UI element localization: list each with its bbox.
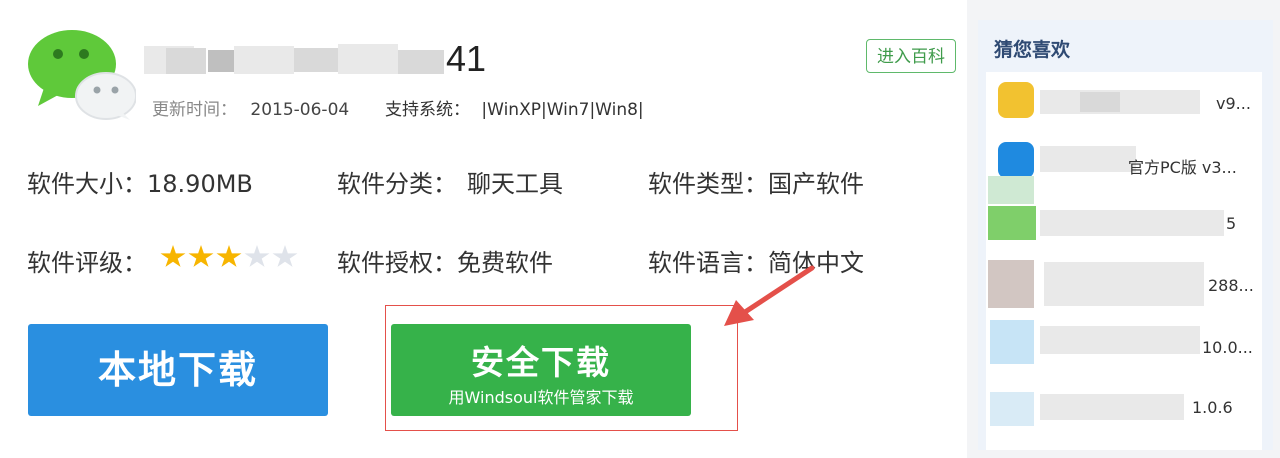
rating-label: 软件评级： [27, 249, 147, 277]
recommend-title: 猜您喜欢 [994, 39, 1071, 61]
rating-stars [160, 245, 298, 269]
safe-download-sublabel: 用Windsoul软件管家下载 [448, 388, 634, 407]
title-version: 41 [446, 38, 487, 79]
category-value: 聊天工具 [467, 170, 563, 198]
update-time-value: 2015-06-04 [250, 100, 350, 120]
star-empty-icon [244, 245, 270, 267]
enter-baike-button[interactable]: 进入百科 [866, 39, 956, 73]
wechat-logo-icon [28, 30, 136, 120]
safe-download-button[interactable]: 安全下载 用Windsoul软件管家下载 [391, 324, 691, 416]
software-rating: 软件评级： [27, 243, 147, 278]
software-size: 软件大小：18.90MB [27, 164, 253, 199]
size-value: 18.90MB [147, 170, 253, 198]
type-label: 软件类型： [648, 170, 768, 198]
local-download-button[interactable]: 本地下载 [28, 324, 328, 416]
category-label: 软件分类： [337, 170, 457, 198]
recommend-item[interactable]: v9... [1216, 94, 1251, 113]
star-filled-icon [188, 245, 214, 267]
safe-download-label: 安全下载 [471, 343, 611, 382]
supported-os-label: 支持系统： [385, 100, 470, 120]
recommend-item[interactable]: 1.0.6 [1192, 398, 1233, 417]
recommend-item[interactable]: 官方PC版 v3... [1128, 154, 1237, 178]
software-detail-panel: 41 更新时间： 2015-06-04 支持系统： |WinXP|Win7|Wi… [0, 0, 967, 458]
license-label: 软件授权： [337, 249, 457, 277]
supported-os: 支持系统： |WinXP|Win7|Win8| [385, 95, 644, 120]
star-filled-icon [216, 245, 242, 267]
software-license: 软件授权：免费软件 [337, 243, 553, 278]
title-blurred [144, 44, 444, 76]
recommend-item[interactable]: 288... [1208, 276, 1254, 295]
red-arrow-icon [724, 265, 815, 326]
star-filled-icon [160, 245, 186, 267]
app-icon[interactable] [998, 82, 1034, 118]
software-type: 软件类型：国产软件 [648, 164, 864, 199]
type-value: 国产软件 [768, 170, 864, 198]
size-label: 软件大小： [27, 170, 147, 198]
update-time-label: 更新时间： [152, 100, 237, 120]
star-empty-icon [272, 245, 298, 267]
software-category: 软件分类： 聊天工具 [337, 164, 563, 199]
recommend-item[interactable]: 5 [1226, 214, 1236, 233]
update-time: 更新时间： 2015-06-04 [152, 95, 349, 120]
app-icon[interactable] [998, 142, 1034, 178]
supported-os-value: |WinXP|Win7|Win8| [481, 100, 644, 120]
recommend-item[interactable]: 10.0... [1202, 338, 1253, 357]
license-value: 免费软件 [457, 249, 553, 277]
